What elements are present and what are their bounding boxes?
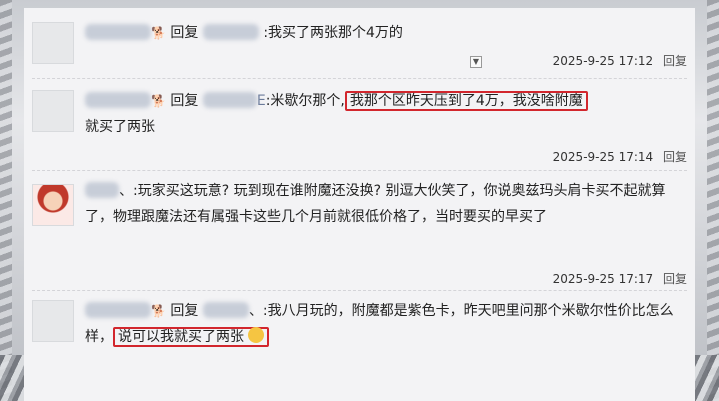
username-suffix: 、 [119,183,133,199]
background-right-edge [707,0,719,401]
comment-meta: 2025-9-25 17:17 回复 [553,270,687,287]
highlighted-text: 我那个区昨天压到了4万，我没啥附魔 [344,91,588,111]
reply-word: 回复 [170,25,199,41]
comment-body: 🐕 回复 、:我八月玩的，附魔都是紫色卡，昨天吧里问那个米歇尔性价比怎么样， 说可… [85,298,685,350]
highlighted-text: 说可以我就买了两张 [113,327,270,347]
comment-body: 🐕 回复 :我买了两张那个4万的 [85,20,685,46]
divider [32,170,687,172]
avatar[interactable] [32,184,74,226]
pet-icon: 🐕 [151,94,166,108]
divider [32,78,687,80]
reply-target-suffix: 、 [248,303,263,319]
pet-icon: 🐕 [151,304,166,318]
pet-icon: 🐕 [151,26,166,40]
reply-button[interactable]: 回复 [663,272,687,286]
background-left-edge [0,0,12,401]
timestamp: 2025-9-25 17:17 [552,272,654,286]
reply-button[interactable]: 回复 [663,54,687,68]
reply-word: 回复 [170,93,199,109]
avatar[interactable] [32,90,74,132]
divider [32,290,687,292]
comment-body: 🐕 回复 E:米歇尔那个, 我那个区昨天压到了4万，我没啥附魔 就买了两张 [85,88,685,140]
redacted-username[interactable] [85,302,151,318]
redacted-username[interactable] [85,182,119,198]
timestamp: 2025-9-25 17:14 [552,150,654,164]
comment-text: :我买了两张那个4万的 [263,25,403,41]
redacted-username[interactable] [85,92,151,108]
comment-text-suffix: 就买了两张 [85,119,155,135]
comment-text-prefix: :米歇尔那个, [265,93,345,109]
comment-panel: 🐕 回复 :我买了两张那个4万的 ▼ 2025-9-25 17:12 回复 🐕 … [24,8,695,401]
reply-button[interactable]: 回复 [663,150,687,164]
confused-emoji-icon [248,327,265,343]
redacted-reply-target[interactable] [202,92,257,108]
comment-meta: 2025-9-25 17:12 回复 [553,52,687,69]
comment-body: 、:玩家买这玩意? 玩到现在谁附魔还没换? 别逗大伙笑了，你说奥兹玛头肩卡买不起… [85,178,685,230]
comment-meta: 2025-9-25 17:14 回复 [553,148,687,165]
reply-word: 回复 [170,303,199,319]
timestamp: 2025-9-25 17:12 [552,54,654,68]
reply-target-suffix: E [256,93,266,109]
avatar[interactable] [32,300,74,342]
redacted-reply-target[interactable] [202,302,249,318]
comment-text: :玩家买这玩意? 玩到现在谁附魔还没换? 别逗大伙笑了，你说奥兹玛头肩卡买不起就… [85,183,666,225]
avatar[interactable] [32,22,74,64]
redacted-username[interactable] [85,24,151,40]
highlighted-text-content: 说可以我就买了两张 [118,329,244,345]
chevron-down-icon[interactable]: ▼ [470,56,482,68]
redacted-reply-target[interactable] [202,24,259,40]
